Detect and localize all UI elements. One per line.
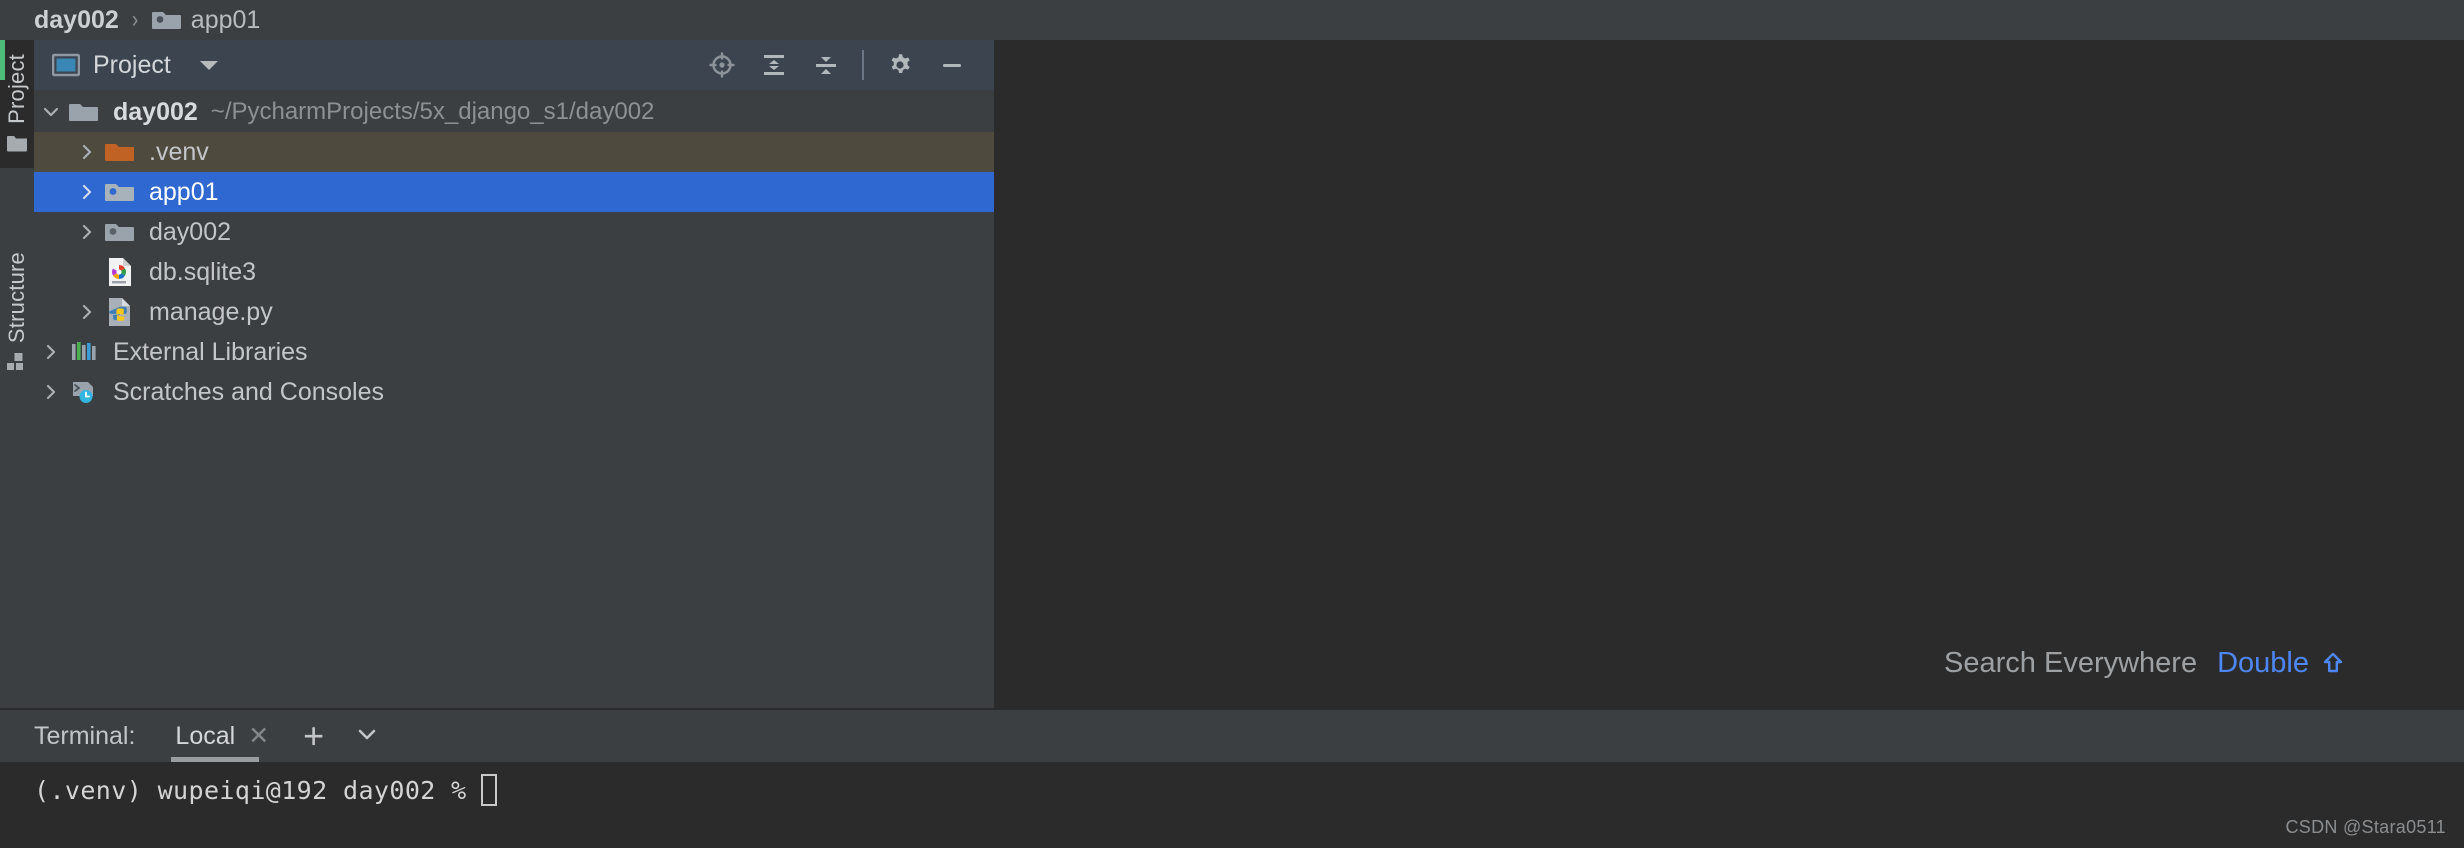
terminal-prompt: (.venv) wupeiqi@192 day002 % [34,775,467,805]
terminal-tab-label: Local [175,721,236,750]
tree-label: External Libraries [113,337,308,366]
scratches-icon [68,379,100,405]
breadcrumb-label: app01 [190,5,261,34]
tree-project-path: ~/PycharmProjects/5x_django_s1/day002 [210,98,655,125]
search-everywhere-hint: Search Everywhere Double [1944,647,2346,680]
settings-gear-icon[interactable] [874,40,926,90]
tree-label: app01 [149,177,219,206]
chevron-collapsed-icon[interactable] [70,302,104,322]
tree-row-scratches-and-consoles[interactable]: Scratches and Consoles [34,372,994,412]
sidebar-label-structure: Structure [4,251,29,343]
hint-label: Search Everywhere [1944,647,2198,679]
terminal-title: Terminal: [34,721,136,750]
select-opened-file-icon[interactable] [696,40,748,90]
chevron-down-icon[interactable] [354,721,380,752]
external-libraries-icon [68,339,100,365]
tree-row-manage-py[interactable]: manage.py [34,292,994,332]
terminal-cursor [480,774,497,806]
tree-label: db.sqlite3 [149,257,257,286]
hint-key-label: Double [2217,647,2309,679]
project-panel-header: Project [34,40,994,90]
tree-row-day002-module[interactable]: day002 [34,212,994,252]
structure-icon [6,351,28,373]
venv-folder-icon [104,140,136,164]
terminal-output[interactable]: (.venv) wupeiqi@192 day002 % [0,762,2464,848]
editor-area[interactable]: Search Everywhere Double [996,40,2464,708]
tree-row-db-sqlite3[interactable]: db.sqlite3 [34,252,994,292]
toolbar-divider [862,50,864,80]
tree-row-app01[interactable]: app01 [34,172,994,212]
tree-row-venv[interactable]: .venv [34,132,994,172]
breadcrumb-item-project[interactable]: day002 [34,6,119,35]
chevron-collapsed-icon[interactable] [70,222,104,242]
project-tool-window: Project day002 ~/PycharmProjects/5x_djan… [34,40,996,708]
python-file-icon [104,297,136,327]
project-root-folder-icon [68,100,100,124]
chevron-expanded-icon[interactable] [34,102,68,122]
tree-label: day002 [113,97,198,126]
main-body: Project Structure Project day002 ~/Pycha… [0,40,2464,708]
hint-shortcut: Double [2217,647,2346,680]
folder-icon [6,132,28,154]
tree-label: Scratches and Consoles [113,377,384,406]
breadcrumb-separator: › [131,6,139,33]
tab-local[interactable]: Local ✕ [171,710,273,762]
module-folder-icon [104,220,136,244]
terminal-prompt-line: (.venv) wupeiqi@192 day002 % [34,774,497,806]
page-title: Project [93,50,171,79]
module-folder-icon [104,180,136,204]
project-panel-title-group[interactable]: Project [52,51,218,80]
tree-label: day002 [149,217,232,246]
chevron-down-icon[interactable] [199,60,218,70]
breadcrumb-item-app01[interactable]: app01 [151,5,261,35]
pycharm-window: day002 › app01 Project Structure Project… [0,0,2464,848]
module-folder-icon [151,8,182,32]
tree-row-day002-root[interactable]: day002 ~/PycharmProjects/5x_django_s1/da… [34,92,994,132]
left-tool-rail: Project Structure [0,40,34,708]
tab-active-indicator [171,757,260,762]
terminal-tab-bar: Terminal: Local ✕ + [0,710,2464,762]
collapse-all-icon[interactable] [800,40,852,90]
chevron-collapsed-icon[interactable] [70,182,104,202]
sqlite-file-icon [104,257,136,287]
close-icon[interactable]: ✕ [248,723,269,749]
project-panel-toolbar [696,40,978,90]
sidebar-label-project: Project [4,54,29,124]
expand-all-icon[interactable] [748,40,800,90]
shift-key-icon [2320,651,2346,677]
project-window-icon [52,53,80,77]
watermark: CSDN @Stara0511 [2285,817,2446,837]
terminal-tool-window: Terminal: Local ✕ + (.venv) wupeiqi@192 … [0,708,2464,848]
breadcrumb-label: day002 [34,5,119,34]
chevron-collapsed-icon[interactable] [34,382,68,402]
sidebar-item-structure[interactable]: Structure [0,238,34,373]
tree-label: manage.py [149,297,273,326]
minimize-icon[interactable] [926,40,978,90]
tree-label: .venv [149,137,209,166]
sidebar-item-project[interactable]: Project [0,40,34,168]
tree-row-external-libraries[interactable]: External Libraries [34,332,994,372]
breadcrumb: day002 › app01 [0,0,2464,40]
chevron-collapsed-icon[interactable] [70,142,104,162]
plus-icon[interactable]: + [303,718,324,754]
project-tree: day002 ~/PycharmProjects/5x_django_s1/da… [34,90,994,708]
chevron-collapsed-icon[interactable] [34,342,68,362]
